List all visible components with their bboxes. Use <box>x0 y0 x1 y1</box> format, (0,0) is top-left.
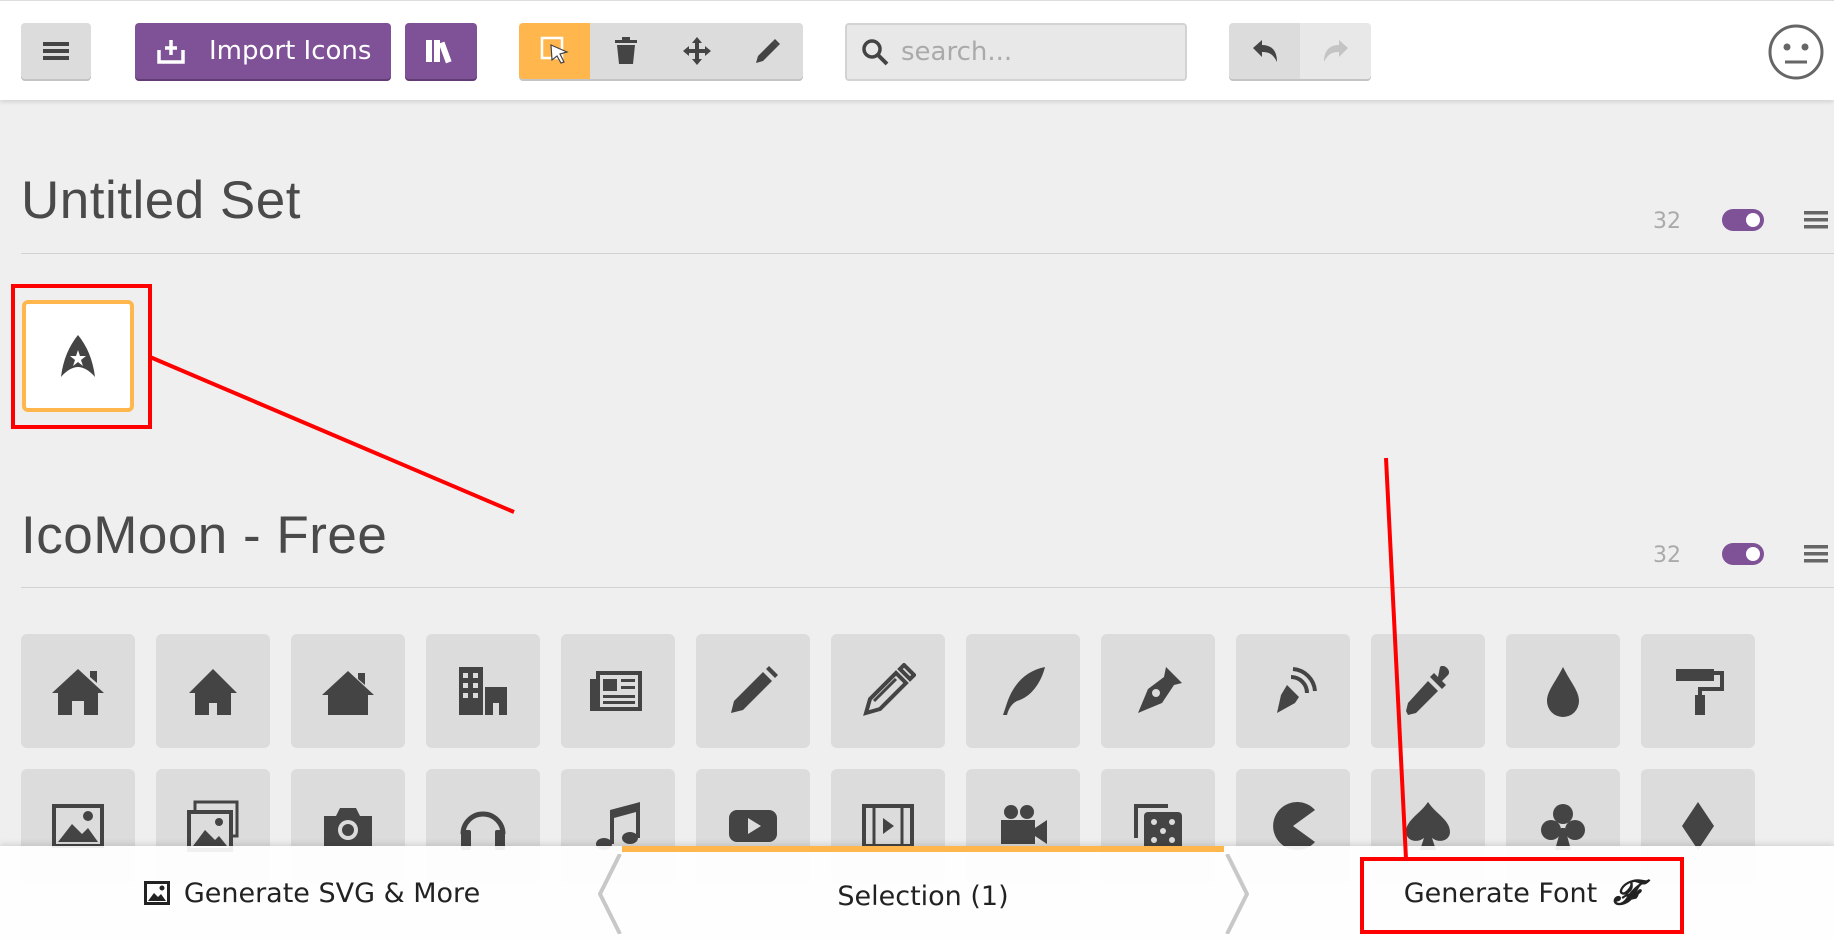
search-box <box>845 23 1187 81</box>
select-mode-button[interactable] <box>519 23 590 79</box>
icon-tile[interactable] <box>1101 634 1215 748</box>
history-group <box>1229 23 1371 79</box>
undo-button[interactable] <box>1229 23 1300 79</box>
set-divider <box>21 587 1834 588</box>
icon-tile[interactable] <box>1236 634 1350 748</box>
import-icons-label: Import Icons <box>209 36 372 66</box>
generate-svg-label: Generate SVG & More <box>183 877 481 909</box>
set-icon-count: 32 <box>1653 543 1681 568</box>
icon-tile[interactable] <box>1371 634 1485 748</box>
neutral-face-icon <box>1768 24 1824 80</box>
selection-tab[interactable]: Selection (1) <box>622 846 1224 940</box>
home3-icon <box>322 671 374 715</box>
office-icon <box>459 667 507 715</box>
icon-tile[interactable] <box>426 634 540 748</box>
top-toolbar: Import Icons <box>0 0 1834 100</box>
image-icon <box>143 881 170 905</box>
pen-icon <box>1138 667 1182 713</box>
hamburger-icon <box>43 42 69 60</box>
home2-icon <box>189 669 237 715</box>
icon-tile[interactable] <box>696 634 810 748</box>
set-title-icomoon-free[interactable]: IcoMoon - Free <box>21 505 387 566</box>
pencil-icon <box>755 39 780 63</box>
selection-label: Selection (1) <box>837 880 1009 912</box>
redo-button[interactable] <box>1300 23 1371 79</box>
newspaper-icon <box>590 671 642 711</box>
trash-icon <box>614 37 637 64</box>
user-menu-button[interactable] <box>1767 23 1825 81</box>
generate-font-button[interactable]: Generate Font 𝓕 <box>1360 846 1682 940</box>
pencil-icon <box>731 666 778 713</box>
redo-icon <box>1323 40 1348 62</box>
icon-tile[interactable] <box>156 634 270 748</box>
icon-tile[interactable] <box>1641 634 1755 748</box>
edit-mode-button[interactable] <box>732 23 803 79</box>
chevron-right-icon <box>1225 854 1249 934</box>
set-divider <box>21 253 1834 254</box>
quill-icon <box>1003 667 1045 715</box>
generate-font-label: Generate Font <box>1403 877 1598 909</box>
icon-tile[interactable] <box>561 634 675 748</box>
blog-icon <box>1277 667 1317 713</box>
main-menu-button[interactable] <box>21 23 91 79</box>
eyedropper-icon <box>1406 665 1450 715</box>
chevron-left-icon <box>598 854 622 934</box>
paint-format-icon <box>1676 669 1724 715</box>
delete-mode-button[interactable] <box>590 23 661 79</box>
icon-tile[interactable] <box>21 634 135 748</box>
droplet-icon <box>1547 667 1579 717</box>
library-icon <box>426 40 452 64</box>
edit-mode-group <box>519 23 803 79</box>
set-title-untitled[interactable]: Untitled Set <box>21 170 301 231</box>
icon-tile[interactable] <box>291 634 405 748</box>
undo-icon <box>1252 40 1277 62</box>
library-button[interactable] <box>405 23 477 79</box>
move-icon <box>682 37 711 65</box>
import-icon <box>157 40 185 64</box>
set-menu-icon[interactable] <box>1804 543 1828 565</box>
set-icon-count: 32 <box>1653 209 1681 234</box>
bottom-bar: Generate SVG & More Selection (1) Genera… <box>0 846 1834 940</box>
font-icon: 𝓕 <box>1613 873 1639 913</box>
set-visibility-toggle[interactable] <box>1722 209 1764 231</box>
set-menu-icon[interactable] <box>1804 209 1828 231</box>
set-visibility-toggle[interactable] <box>1722 543 1764 565</box>
import-icons-button[interactable]: Import Icons <box>135 23 391 79</box>
generate-svg-button[interactable]: Generate SVG & More <box>22 846 602 940</box>
home-icon <box>52 669 104 715</box>
pencil2-icon <box>863 663 916 716</box>
move-mode-button[interactable] <box>661 23 732 79</box>
icon-tile[interactable] <box>831 634 945 748</box>
icon-tile-selected[interactable] <box>22 300 134 412</box>
annotation-line-left <box>149 355 515 514</box>
icon-tile[interactable] <box>966 634 1080 748</box>
select-icon <box>540 36 569 64</box>
star-trek-icon <box>61 335 95 377</box>
search-icon <box>862 39 889 66</box>
search-input[interactable] <box>901 33 1171 71</box>
icon-tile[interactable] <box>1506 634 1620 748</box>
